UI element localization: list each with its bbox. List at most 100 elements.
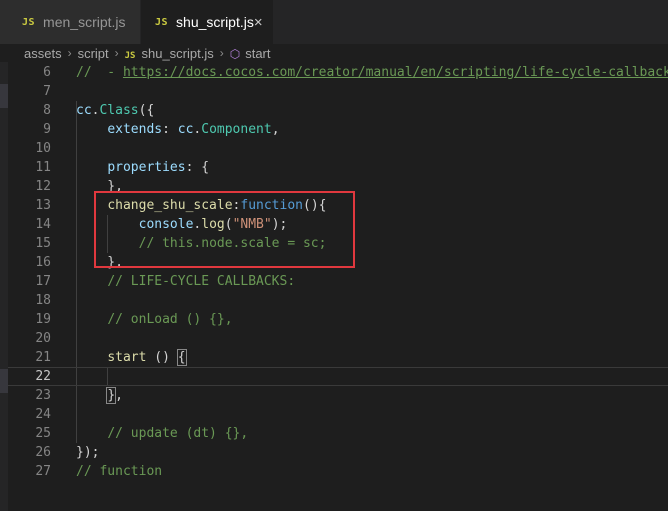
code-token: // LIFE-CYCLE CALLBACKS:: [107, 274, 296, 289]
chevron-right-icon: ›: [114, 46, 119, 60]
annotation-highlight-box: [94, 191, 355, 268]
line-number: 23: [35, 388, 51, 403]
code-line[interactable]: 10: [8, 139, 668, 158]
code-line[interactable]: 20: [8, 329, 668, 348]
code-text: cc.Class({: [76, 101, 154, 120]
line-number: 11: [35, 160, 51, 175]
line-number: 7: [43, 84, 51, 99]
code-line[interactable]: 24: [8, 405, 668, 424]
method-cube-icon: ⬡: [229, 46, 241, 61]
line-number: 16: [35, 255, 51, 270]
code-text: // - https://docs.cocos.com/creator/manu…: [76, 63, 668, 82]
breadcrumb-assets[interactable]: assets: [24, 46, 62, 61]
tab-label: men_script.js: [43, 14, 126, 30]
line-number: 22: [35, 369, 51, 384]
line-number: 24: [35, 407, 51, 422]
code-token: ,: [115, 388, 123, 403]
code-token: Component: [201, 122, 272, 137]
code-line[interactable]: 25 // update (dt) {},: [8, 424, 668, 443]
code-text: // onLoad () {},: [76, 310, 233, 329]
code-line[interactable]: 17 // LIFE-CYCLE CALLBACKS:: [8, 272, 668, 291]
code-token: (): [146, 350, 178, 365]
code-line[interactable]: 23 },: [8, 386, 668, 405]
code-token: // function: [76, 464, 163, 479]
js-file-icon: JS: [155, 16, 169, 28]
js-file-icon: JS: [124, 50, 136, 61]
breadcrumb-symbol[interactable]: ⬡ start: [230, 46, 271, 61]
js-file-icon: JS: [22, 16, 36, 28]
code-token: // onLoad () {},: [107, 312, 233, 327]
code-token: // -: [76, 65, 123, 80]
line-number: 18: [35, 293, 51, 308]
tab-shu-script[interactable]: JS shu_script.js ×: [141, 0, 273, 44]
code-token: });: [76, 445, 100, 460]
code-token: start: [107, 350, 147, 365]
breadcrumb-script[interactable]: script: [78, 46, 109, 61]
breadcrumb: assets › script › JS shu_script.js › ⬡ sta…: [0, 44, 668, 62]
code-text: // LIFE-CYCLE CALLBACKS:: [76, 272, 295, 291]
code-text: properties: {: [76, 158, 209, 177]
code-line[interactable]: 21 start () {: [8, 348, 668, 367]
line-number: 14: [35, 217, 51, 232]
line-number: 12: [35, 179, 51, 194]
code-token: {: [176, 349, 187, 366]
chevron-right-icon: ›: [67, 46, 72, 60]
code-token: cc: [76, 103, 92, 118]
code-line[interactable]: 7: [8, 82, 668, 101]
code-line[interactable]: 9 extends: cc.Component,: [8, 120, 668, 139]
line-number: 20: [35, 331, 51, 346]
tab-label: shu_script.js: [176, 14, 254, 30]
code-token: properties: [107, 160, 186, 175]
code-token: extends: [107, 122, 163, 137]
code-token: ({: [138, 103, 155, 118]
code-line[interactable]: 26});: [8, 443, 668, 462]
code-text: },: [76, 386, 123, 405]
code-line[interactable]: 19 // onLoad () {},: [8, 310, 668, 329]
code-text: extends: cc.Component,: [76, 120, 280, 139]
strip-marker: [0, 369, 8, 393]
code-token: // update (dt) {},: [107, 426, 249, 441]
activity-strip: [0, 62, 8, 511]
line-number: 13: [35, 198, 51, 213]
code-text: start () {: [76, 348, 187, 367]
strip-marker: [0, 84, 8, 108]
code-token: ,: [271, 122, 280, 137]
tab-bar: JS men_script.js JS shu_script.js ×: [0, 0, 668, 44]
code-line[interactable]: 18: [8, 291, 668, 310]
code-text: // function: [76, 462, 162, 481]
code-token: }: [106, 387, 117, 404]
code-token: : {: [185, 160, 210, 175]
breadcrumb-symbol-label: start: [245, 45, 271, 61]
chevron-right-icon: ›: [219, 46, 224, 60]
code-text: // update (dt) {},: [76, 424, 248, 443]
code-line[interactable]: 8 cc.Class({: [8, 101, 668, 120]
code-line[interactable]: 6 // - https://docs.cocos.com/creator/man…: [8, 63, 668, 82]
line-number: 6: [43, 65, 51, 80]
line-number: 17: [35, 274, 51, 289]
code-token: :: [162, 122, 178, 137]
code-editor[interactable]: 6 // - https://docs.cocos.com/creator/man…: [8, 62, 668, 511]
line-number: 8: [43, 103, 51, 118]
code-token: https://docs.cocos.com/creator/manual/en…: [122, 65, 668, 80]
code-text: });: [76, 443, 99, 462]
code-token: Class: [99, 103, 139, 118]
close-icon[interactable]: ×: [254, 14, 263, 31]
code-line[interactable]: 27 // function: [8, 462, 668, 481]
breadcrumb-file[interactable]: JS shu_script.js: [125, 46, 214, 61]
code-token: cc: [177, 122, 194, 137]
line-number: 25: [35, 426, 51, 441]
line-number: 10: [35, 141, 51, 156]
line-number: 19: [35, 312, 51, 327]
code-line[interactable]: 11 properties: {: [8, 158, 668, 177]
line-number: 9: [43, 122, 51, 137]
tab-men-script[interactable]: JS men_script.js: [0, 0, 141, 44]
breadcrumb-file-label: shu_script.js: [141, 45, 214, 61]
code-line[interactable]: 22: [8, 367, 668, 386]
